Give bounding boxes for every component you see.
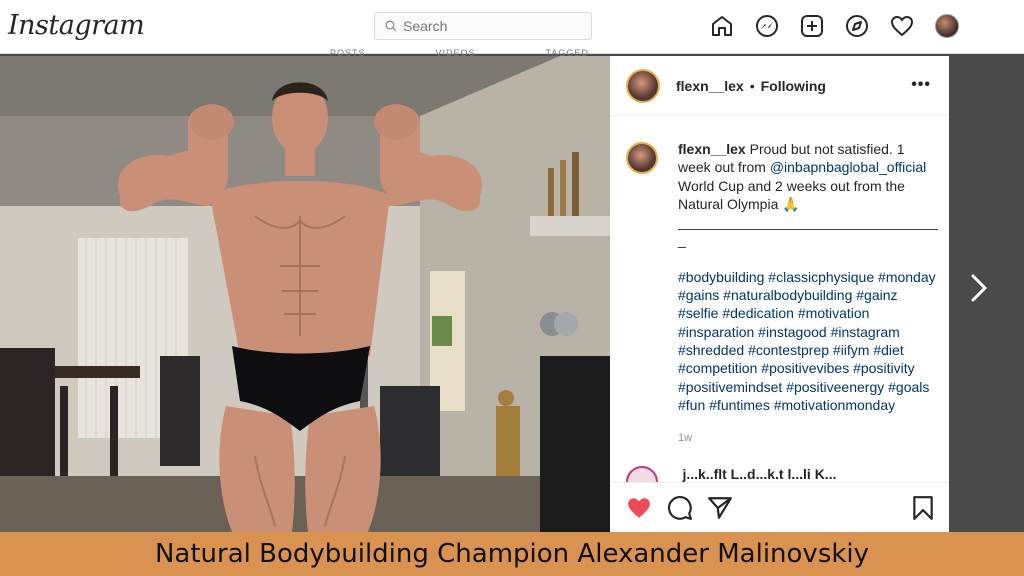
post-photo[interactable] xyxy=(0,56,610,532)
following-button[interactable]: Following xyxy=(761,78,826,94)
hashtag-link[interactable]: #bodybuilding xyxy=(678,269,764,285)
profile-avatar[interactable] xyxy=(933,12,960,39)
hashtag-link[interactable]: #shredded xyxy=(678,342,744,358)
hashtag-list: #bodybuilding #classicphysique #monday #… xyxy=(678,268,938,414)
new-post-icon[interactable] xyxy=(798,12,825,39)
top-navigation-bar: Instagram xyxy=(0,0,1024,54)
caption-banner: Natural Bodybuilding Champion Alexander … xyxy=(0,532,1024,576)
hashtag-link[interactable]: #positivemindset xyxy=(678,379,782,395)
mention-link[interactable]: @inbapnbaglobal_official xyxy=(770,159,926,175)
hashtag-link[interactable]: #positivevibes xyxy=(761,360,849,376)
instagram-logo[interactable]: Instagram xyxy=(8,10,145,41)
hashtag-link[interactable]: #positiveenergy xyxy=(786,379,884,395)
hashtag-link[interactable]: #diet xyxy=(873,342,903,358)
hashtag-link[interactable]: #funtimes xyxy=(709,397,770,413)
post-caption: flexn__lex Proud but not satisfied. 1 we… xyxy=(626,140,938,414)
caption-username[interactable]: flexn__lex xyxy=(678,141,746,157)
activity-heart-icon[interactable] xyxy=(888,12,915,39)
hashtag-link[interactable]: #positivity xyxy=(853,360,914,376)
hashtag-link[interactable]: #insparation xyxy=(678,324,754,340)
post-header: flexn__lex • Following ••• xyxy=(610,56,949,116)
hashtag-link[interactable]: #instagram xyxy=(831,324,900,340)
banner-text: Natural Bodybuilding Champion Alexander … xyxy=(154,539,870,569)
post-age[interactable]: 1w xyxy=(678,432,692,444)
hashtag-link[interactable]: #fun xyxy=(678,397,705,413)
search-box[interactable] xyxy=(374,12,592,40)
hashtag-link[interactable]: #dedication xyxy=(722,305,794,321)
comment-icon[interactable] xyxy=(667,495,693,521)
explore-icon[interactable] xyxy=(843,12,870,39)
author-avatar[interactable] xyxy=(626,68,660,103)
search-input[interactable] xyxy=(403,18,583,34)
hashtag-link[interactable]: #instagood xyxy=(758,324,827,340)
commenter-avatar[interactable] xyxy=(626,466,658,482)
hashtag-link[interactable]: #motivationmonday xyxy=(774,397,895,413)
caption-part-2: World Cup and 2 weeks out from the Natur… xyxy=(678,177,905,212)
caption-divider: ____________________________________ xyxy=(678,214,938,231)
nav-icons xyxy=(708,12,960,39)
search-icon xyxy=(385,20,397,32)
hashtag-link[interactable]: #goals xyxy=(888,379,929,395)
hashtag-link[interactable]: #gains xyxy=(678,287,719,303)
like-heart-icon[interactable] xyxy=(626,495,652,521)
hashtag-link[interactable]: #monday xyxy=(878,269,936,285)
hashtag-link[interactable]: #motivation xyxy=(798,305,870,321)
caption-divider-end: _ xyxy=(678,232,686,249)
next-comment-preview: j...k..flt L..d...k.t l...li K... xyxy=(626,466,926,482)
hashtag-link[interactable]: #competition xyxy=(678,360,757,376)
author-username[interactable]: flexn__lex xyxy=(676,78,744,94)
more-options-icon[interactable]: ••• xyxy=(911,76,931,94)
home-icon[interactable] xyxy=(708,12,735,39)
caption-text: flexn__lex Proud but not satisfied. 1 we… xyxy=(678,140,938,250)
messenger-icon[interactable] xyxy=(753,12,780,39)
hashtag-link[interactable]: #gainz xyxy=(856,287,897,303)
hashtag-link[interactable]: #naturalbodybuilding xyxy=(723,287,852,303)
separator-dot: • xyxy=(749,77,755,94)
share-icon[interactable] xyxy=(707,495,733,521)
next-post-arrow[interactable] xyxy=(964,270,994,306)
post-actions-bar xyxy=(610,482,949,532)
hashtag-link[interactable]: #iifym xyxy=(833,342,870,358)
caption-author-avatar[interactable] xyxy=(626,142,658,174)
save-bookmark-icon[interactable] xyxy=(910,495,936,521)
post-side-panel: flexn__lex • Following ••• flexn__lex Pr… xyxy=(610,56,949,532)
hashtag-link[interactable]: #selfie xyxy=(678,305,718,321)
hashtag-link[interactable]: #classicphysique xyxy=(768,269,874,285)
next-comment-text: j...k..flt L..d...k.t l...li K... xyxy=(682,466,837,482)
hashtag-link[interactable]: #contestprep xyxy=(748,342,829,358)
